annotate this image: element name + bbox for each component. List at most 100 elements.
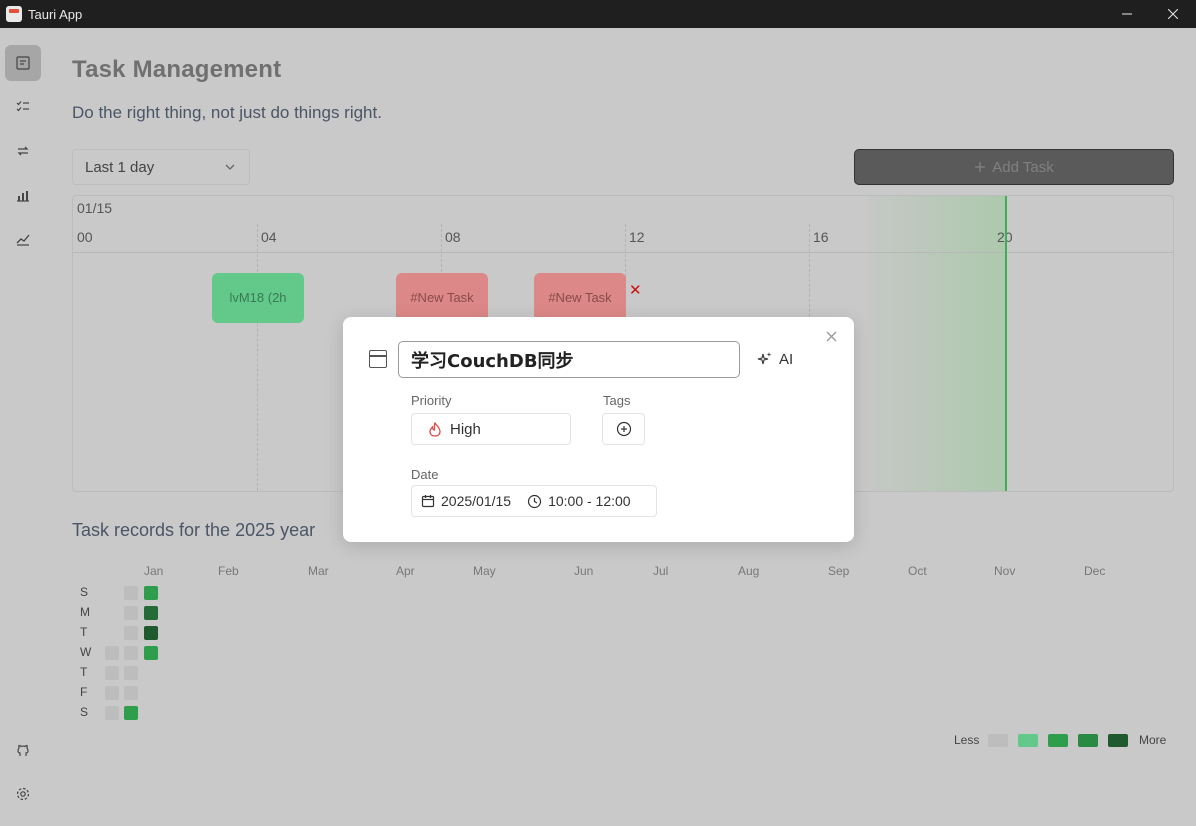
timeline-task[interactable]: #New Task <box>534 273 626 323</box>
close-icon <box>1168 9 1178 19</box>
weekday-label: W <box>80 645 92 659</box>
time-value: 10:00 - 12:00 <box>548 493 631 509</box>
heatmap-cell[interactable] <box>105 666 119 680</box>
sidebar-item-tasks[interactable] <box>5 89 41 125</box>
current-time-highlight <box>868 196 1006 491</box>
heatmap-cell[interactable] <box>105 706 119 720</box>
priority-select[interactable]: High <box>411 413 571 445</box>
month-label: Apr <box>396 564 415 578</box>
window-controls <box>1104 0 1196 28</box>
date-label: Date <box>411 467 439 482</box>
weekday-label: T <box>80 665 88 679</box>
sidebar-item-dashboard[interactable] <box>5 45 41 81</box>
month-label: Feb <box>218 564 239 578</box>
bar-chart-icon <box>17 191 29 202</box>
line-chart-icon <box>16 234 30 246</box>
legend-less: Less <box>954 733 980 747</box>
month-label: Jul <box>653 564 669 578</box>
heatmap-cell[interactable] <box>144 606 158 620</box>
add-task-button[interactable]: Add Task <box>854 149 1174 185</box>
ai-button[interactable]: AI <box>757 347 793 371</box>
timeline-date: 01/15 <box>77 200 113 216</box>
chevron-down-icon <box>225 164 235 170</box>
sidebar-item-trend[interactable] <box>5 221 41 257</box>
page-title: Task Management <box>72 56 282 83</box>
gridline <box>257 224 258 491</box>
sidebar-item-stats[interactable] <box>5 177 41 213</box>
hour-label: 04 <box>261 229 277 245</box>
priority-value: High <box>450 420 481 438</box>
time-range-select[interactable]: Last 1 day <box>72 149 250 185</box>
weekday-label: S <box>80 585 89 599</box>
tags-label: Tags <box>603 393 631 408</box>
add-task-label: Add Task <box>992 158 1054 176</box>
minimize-icon <box>1122 13 1132 15</box>
close-icon <box>826 331 836 342</box>
hour-label: 08 <box>445 229 461 245</box>
sidebar <box>0 28 46 826</box>
sidebar-item-github[interactable] <box>5 732 41 768</box>
records-title: Task records for the 2025 year <box>72 520 316 540</box>
timeline-task[interactable]: lvM18 (2h <box>212 273 304 323</box>
month-label: Dec <box>1084 564 1106 578</box>
heatmap-cell[interactable] <box>105 646 119 660</box>
close-dialog-button[interactable] <box>824 331 838 345</box>
heatmap-cell[interactable] <box>144 586 158 600</box>
hour-label: 12 <box>629 229 645 245</box>
heatmap-cell[interactable] <box>124 666 138 680</box>
month-label: Aug <box>738 564 760 578</box>
date-time-picker[interactable]: 2025/01/15 10:00 - 12:00 <box>411 485 657 517</box>
month-label: Jan <box>144 564 164 578</box>
timeline-axis <box>73 252 1173 253</box>
legend-swatch <box>1108 734 1128 747</box>
heatmap-cell[interactable] <box>144 626 158 640</box>
calendar-icon <box>421 495 435 508</box>
task-list-icon <box>16 101 29 112</box>
hour-label: 16 <box>813 229 829 245</box>
add-tag-button[interactable] <box>602 413 645 445</box>
plus-icon <box>975 162 986 172</box>
sidebar-item-sync[interactable] <box>5 133 41 169</box>
github-icon <box>17 744 29 756</box>
app-logo-icon <box>6 6 22 22</box>
heatmap-cell[interactable] <box>144 646 158 660</box>
heatmap-cell[interactable] <box>124 586 138 600</box>
clock-icon <box>527 494 542 508</box>
legend-more: More <box>1139 733 1167 747</box>
priority-label: Priority <box>411 393 452 408</box>
month-label: Oct <box>908 564 927 578</box>
title-bar: Tauri App <box>0 0 1196 28</box>
time-range-value: Last 1 day <box>85 158 155 176</box>
date-value: 2025/01/15 <box>441 493 512 509</box>
flame-icon <box>429 421 441 437</box>
legend-swatch <box>988 734 1008 747</box>
heatmap-cell[interactable] <box>105 686 119 700</box>
heatmap-cell[interactable] <box>124 606 138 620</box>
heatmap-cell[interactable] <box>124 706 138 720</box>
month-label: Sep <box>828 564 850 578</box>
month-label: May <box>473 564 496 578</box>
sidebar-item-settings[interactable] <box>5 776 41 812</box>
heatmap-cell[interactable] <box>124 646 138 660</box>
delete-task-icon[interactable]: ✕ <box>629 281 642 299</box>
weekday-label: M <box>80 605 90 619</box>
repeat-icon <box>17 146 29 156</box>
month-label: Mar <box>308 564 329 578</box>
legend-swatch <box>1018 734 1038 747</box>
task-title-input[interactable] <box>398 341 740 378</box>
legend-swatch <box>1048 734 1068 747</box>
sparkles-icon <box>757 352 772 365</box>
timeline-task[interactable]: #New Task <box>396 273 488 323</box>
window-title: Tauri App <box>28 6 83 22</box>
month-label: Jun <box>574 564 594 578</box>
weekday-label: T <box>80 625 88 639</box>
current-time-marker <box>1005 196 1007 491</box>
heatmap-cell[interactable] <box>124 686 138 700</box>
month-label: Nov <box>994 564 1016 578</box>
minimize-button[interactable] <box>1104 0 1150 28</box>
task-type-icon[interactable] <box>369 350 387 368</box>
add-circle-icon <box>616 421 631 437</box>
close-window-button[interactable] <box>1150 0 1196 28</box>
heatmap-cell[interactable] <box>124 626 138 640</box>
calendar-board-icon <box>16 56 30 70</box>
